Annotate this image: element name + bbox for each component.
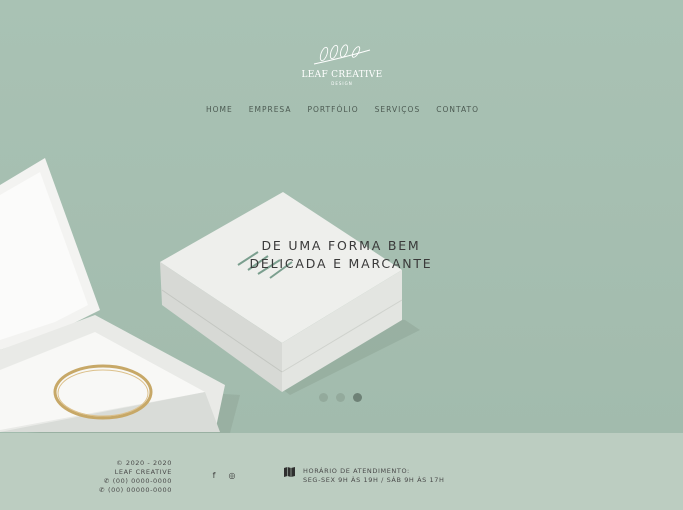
footer-contact: © 2020 - 2020 LEAF CREATIVE ✆ (00) 0000-… bbox=[99, 459, 172, 495]
map-icon bbox=[284, 467, 295, 477]
footer-copyright: © 2020 - 2020 bbox=[116, 459, 172, 467]
hero-tagline-line2: DELICADA E MARCANTE bbox=[249, 256, 433, 271]
footer: © 2020 - 2020 LEAF CREATIVE ✆ (00) 0000-… bbox=[0, 433, 683, 510]
slider-dot-1[interactable] bbox=[319, 393, 328, 402]
footer-whatsapp-row: ✆ (00) 00000-0000 bbox=[99, 486, 172, 495]
nav-home[interactable]: HOME bbox=[206, 105, 233, 114]
instagram-icon[interactable]: ◎ bbox=[228, 471, 236, 480]
nav-portfolio[interactable]: PORTFÓLIO bbox=[307, 105, 358, 114]
hero-tagline-line1: DE UMA FORMA BEM bbox=[261, 238, 421, 253]
opening-hours: HORÁRIO DE ATENDIMENTO: SEG-SEX 9H ÀS 19… bbox=[284, 467, 444, 485]
slider-dots bbox=[319, 393, 362, 402]
footer-phone[interactable]: (00) 0000-0000 bbox=[113, 477, 172, 485]
brand-sub: DESIGN bbox=[331, 81, 353, 86]
phone-icon: ✆ bbox=[104, 477, 111, 485]
nav-empresa[interactable]: EMPRESA bbox=[249, 105, 292, 114]
social-links: f ◎ bbox=[210, 471, 236, 480]
footer-phone-row: ✆ (00) 0000-0000 bbox=[99, 477, 172, 486]
hours-text: SEG-SEX 9H ÀS 19H / SÁB 9H ÀS 17H bbox=[303, 476, 445, 484]
slider-dot-3[interactable] bbox=[353, 393, 362, 402]
hero-tagline: DE UMA FORMA BEM DELICADA E MARCANTE bbox=[200, 237, 482, 273]
main-nav: HOME EMPRESA PORTFÓLIO SERVIÇOS CONTATO bbox=[0, 105, 683, 114]
hours-text-block: HORÁRIO DE ATENDIMENTO: SEG-SEX 9H ÀS 19… bbox=[303, 467, 444, 485]
facebook-icon[interactable]: f bbox=[210, 471, 218, 480]
footer-whatsapp[interactable]: (00) 00000-0000 bbox=[108, 486, 172, 494]
footer-company: LEAF CREATIVE bbox=[114, 468, 172, 476]
brand-logo[interactable]: LEAF CREATIVE DESIGN bbox=[296, 44, 388, 90]
slider-dot-2[interactable] bbox=[336, 393, 345, 402]
hours-title: HORÁRIO DE ATENDIMENTO: bbox=[303, 467, 410, 475]
nav-servicos[interactable]: SERVIÇOS bbox=[375, 105, 421, 114]
leaf-icon bbox=[313, 44, 371, 65]
nav-contato[interactable]: CONTATO bbox=[436, 105, 479, 114]
hero-slider: LEAF CREATIVE DESIGN HOME EMPRESA PORTFÓ… bbox=[0, 0, 683, 433]
whatsapp-icon: ✆ bbox=[99, 486, 106, 494]
brand-name: LEAF CREATIVE bbox=[301, 70, 383, 80]
